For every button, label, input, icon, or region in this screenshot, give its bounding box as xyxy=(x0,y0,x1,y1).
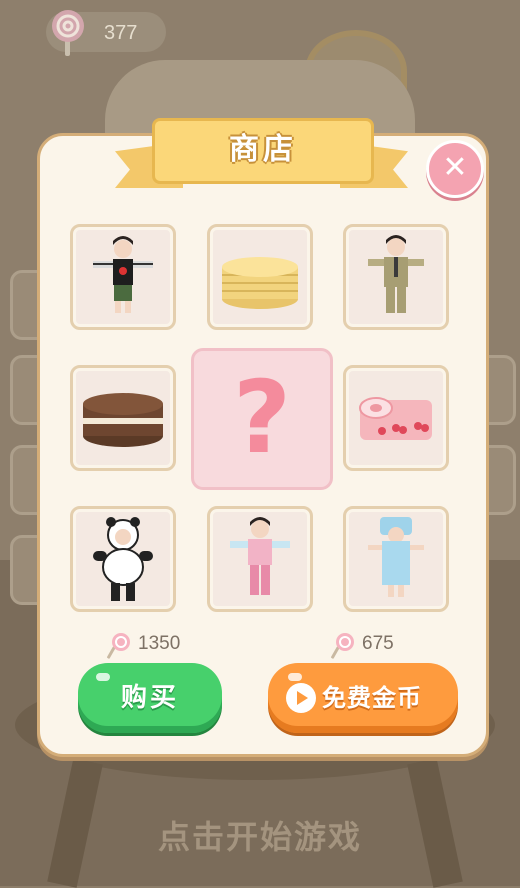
khaki-suit-outfit-icon xyxy=(368,235,424,313)
blue-towel-outfit-icon xyxy=(368,517,424,597)
shop-item-chocolate-cake[interactable] xyxy=(70,365,176,471)
candy-counter: 377 xyxy=(46,10,166,56)
start-game-prompt[interactable]: 点击开始游戏 xyxy=(0,812,520,858)
shop-item-mystery[interactable]: ? xyxy=(191,348,333,490)
free-price: 675 xyxy=(328,630,394,659)
pink-pajamas-icon xyxy=(230,517,290,595)
video-play-icon xyxy=(286,683,316,713)
question-mark-icon: ? xyxy=(232,359,291,476)
free-price-value: 675 xyxy=(362,633,394,654)
shop-item-pink-pajamas[interactable] xyxy=(207,506,313,612)
free-coins-button[interactable]: 免费金币 xyxy=(268,663,458,733)
buy-button[interactable]: 购买 xyxy=(78,663,222,733)
button-shine xyxy=(288,673,302,681)
close-icon: ✕ xyxy=(442,150,468,185)
panda-costume-icon xyxy=(93,517,153,601)
buy-button-label: 购买 xyxy=(120,683,179,713)
lollipop-icon xyxy=(106,633,130,659)
shop-title: 商店 xyxy=(229,132,297,167)
cherry-roll-cake-icon xyxy=(359,397,432,440)
chocolate-cake-icon xyxy=(83,393,163,447)
close-button[interactable]: ✕ xyxy=(426,140,484,198)
shop-item-pancake-stack[interactable] xyxy=(207,224,313,330)
shop-item-outfit-khaki-suit[interactable] xyxy=(343,224,449,330)
free-coins-label: 免费金币 xyxy=(322,684,422,712)
striped-shirt-outfit-icon xyxy=(93,236,153,313)
shop-item-cherry-roll-cake[interactable] xyxy=(343,365,449,471)
pancake-stack-icon xyxy=(222,257,298,309)
shop-item-blue-towel-outfit[interactable] xyxy=(343,506,449,612)
buy-price-value: 1350 xyxy=(138,633,181,654)
button-shine xyxy=(96,673,110,681)
lollipop-icon xyxy=(52,10,84,56)
candy-count: 377 xyxy=(104,22,138,44)
buy-price: 1350 xyxy=(104,630,180,659)
lollipop-icon xyxy=(331,633,354,659)
shop-item-outfit-striped-shirt[interactable] xyxy=(70,224,176,330)
shop-title-ribbon: 商店 xyxy=(152,118,374,184)
shop-item-panda-costume[interactable] xyxy=(70,506,176,612)
